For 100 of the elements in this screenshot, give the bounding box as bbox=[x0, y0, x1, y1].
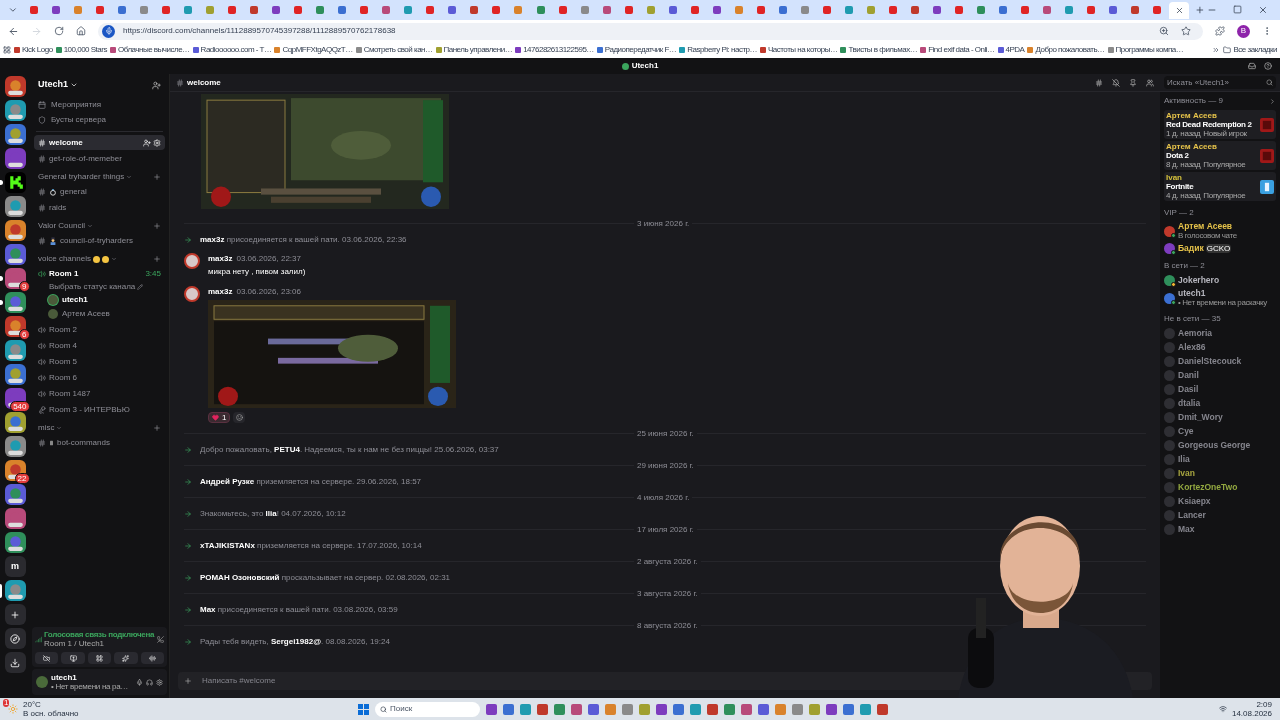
bookmark[interactable]: Облачные вычисле… bbox=[117, 44, 190, 56]
category-name[interactable]: General tryharder things bbox=[38, 171, 125, 183]
pin-icon[interactable] bbox=[1129, 78, 1137, 87]
bookmark[interactable]: Смотреть свой кан… bbox=[363, 44, 433, 56]
voice-member[interactable]: Артем Асеев bbox=[62, 308, 110, 320]
taskbar-app-icon[interactable] bbox=[656, 703, 667, 715]
member-name[interactable]: Ivan bbox=[1178, 469, 1195, 478]
temperature[interactable]: 20°C bbox=[23, 700, 79, 709]
extensions-icon[interactable] bbox=[1215, 26, 1225, 36]
inbox-icon[interactable] bbox=[1248, 62, 1256, 70]
taskbar-app-icon[interactable] bbox=[503, 703, 514, 715]
all-bookmarks[interactable]: Все закладки bbox=[1233, 44, 1277, 56]
server-icon[interactable] bbox=[4, 100, 26, 121]
server-icon[interactable] bbox=[4, 172, 26, 193]
taskbar-app-icon[interactable] bbox=[877, 703, 888, 715]
server-icon[interactable] bbox=[4, 484, 26, 505]
help-icon[interactable] bbox=[1264, 62, 1272, 70]
voice-member[interactable]: utech1 bbox=[62, 294, 88, 306]
taskbar-app-icon[interactable] bbox=[860, 703, 871, 715]
activity-card[interactable]: Артем Асеев Dota 2 8 д. назад Популярное bbox=[1164, 141, 1276, 170]
disconnect-icon[interactable] bbox=[157, 635, 164, 643]
network-icon[interactable] bbox=[1218, 705, 1227, 713]
server-icon[interactable] bbox=[4, 364, 26, 385]
server-icon[interactable] bbox=[4, 292, 26, 313]
add-server-button[interactable] bbox=[4, 604, 26, 625]
member-name[interactable]: Gorgeous George bbox=[1178, 441, 1251, 450]
new-tab-icon[interactable] bbox=[1194, 5, 1205, 15]
bookmark[interactable]: Find exif data - Onli… bbox=[928, 44, 995, 56]
member-name[interactable]: Lancer bbox=[1178, 511, 1206, 520]
taskbar-app-icon[interactable] bbox=[571, 703, 582, 715]
more-bookmarks-icon[interactable] bbox=[1211, 46, 1220, 54]
member-name[interactable]: Cye bbox=[1178, 427, 1194, 436]
add-channel-icon[interactable] bbox=[153, 255, 161, 263]
member-name[interactable]: Ilia bbox=[1178, 455, 1190, 464]
attach-icon[interactable] bbox=[184, 677, 192, 685]
channel-item[interactable]: council-of-tryharders bbox=[60, 234, 133, 247]
invite-icon[interactable] bbox=[152, 80, 161, 90]
voice-channel-item[interactable]: Room 1 bbox=[49, 267, 79, 280]
avatar[interactable] bbox=[184, 253, 200, 269]
voice-channel-item[interactable]: Room 3 - ИНТЕРВЬЮ bbox=[49, 403, 130, 416]
voice-channel-item[interactable]: Room 1487 bbox=[49, 387, 91, 400]
member-name[interactable]: KortezOneTwo bbox=[1178, 483, 1238, 492]
server-name[interactable]: Utech1 bbox=[38, 78, 68, 92]
member-name[interactable]: Jokerhero bbox=[1178, 276, 1220, 285]
maximize-icon[interactable] bbox=[1233, 5, 1242, 14]
channel-status[interactable]: Выбрать статус канала bbox=[49, 281, 136, 293]
server-icon[interactable] bbox=[4, 436, 26, 457]
close-icon[interactable] bbox=[1258, 5, 1268, 15]
server-icon[interactable] bbox=[4, 340, 26, 361]
taskbar-app-icon[interactable] bbox=[537, 703, 548, 715]
back-icon[interactable] bbox=[8, 25, 19, 37]
bookmark[interactable]: Kick Logo bbox=[22, 44, 53, 56]
microphone-icon[interactable] bbox=[136, 678, 143, 686]
activity-card[interactable]: Ivan Fortnite 4 д. назад Популярное bbox=[1164, 172, 1276, 201]
server-icon[interactable]: m bbox=[4, 556, 26, 577]
taskbar-app-icon[interactable] bbox=[622, 703, 633, 715]
mute-icon[interactable] bbox=[1112, 78, 1120, 87]
reaction[interactable]: 1 bbox=[208, 412, 231, 423]
expand-icon[interactable] bbox=[1269, 97, 1276, 105]
sidebar-link[interactable]: Мероприятия bbox=[51, 98, 102, 111]
server-icon[interactable] bbox=[4, 412, 26, 433]
category-name[interactable]: Valor Council bbox=[38, 220, 85, 232]
bookmark[interactable]: 4PDA bbox=[1005, 44, 1025, 56]
taskbar-app-icon[interactable] bbox=[639, 703, 650, 715]
author-name[interactable]: max3z bbox=[208, 286, 233, 298]
tab-search-icon[interactable] bbox=[8, 5, 18, 15]
zoom-icon[interactable] bbox=[1159, 26, 1169, 36]
member-name[interactable]: dtalia bbox=[1178, 399, 1201, 408]
member-name[interactable]: Ksiaepx bbox=[1178, 497, 1211, 506]
voice-action-button[interactable] bbox=[114, 652, 138, 664]
server-icon[interactable]: 540 bbox=[4, 388, 26, 409]
server-icon[interactable] bbox=[4, 532, 26, 553]
reload-icon[interactable] bbox=[54, 26, 64, 36]
taskbar-app-icon[interactable] bbox=[605, 703, 616, 715]
channel-item[interactable]: get-role-of-memeber bbox=[49, 152, 122, 165]
server-icon[interactable]: 6 bbox=[4, 316, 26, 337]
voice-action-button[interactable] bbox=[35, 652, 59, 664]
voice-action-button[interactable] bbox=[61, 652, 85, 664]
add-channel-icon[interactable] bbox=[153, 424, 161, 432]
home-icon[interactable] bbox=[76, 26, 86, 36]
discover-button[interactable] bbox=[4, 628, 26, 649]
add-channel-icon[interactable] bbox=[153, 173, 161, 181]
taskbar-app-icon[interactable] bbox=[843, 703, 854, 715]
bookmark[interactable]: Raspberry Pi: настр… bbox=[687, 44, 757, 56]
server-icon[interactable]: 9 bbox=[4, 268, 26, 289]
headphones-icon[interactable] bbox=[146, 678, 153, 686]
channel-item[interactable]: raids bbox=[49, 201, 67, 214]
avatar[interactable] bbox=[184, 286, 200, 302]
voice-channel-item[interactable]: Room 6 bbox=[49, 371, 77, 384]
invite-icon[interactable] bbox=[143, 138, 151, 147]
category-name[interactable]: misc bbox=[38, 422, 55, 434]
taskbar-app-icon[interactable] bbox=[809, 703, 820, 715]
sidebar-link[interactable]: Бусты сервера bbox=[51, 113, 107, 126]
bookmark[interactable]: Программы компа… bbox=[1115, 44, 1184, 56]
add-reaction-button[interactable] bbox=[233, 412, 246, 423]
server-icon[interactable] bbox=[4, 76, 26, 97]
profile-avatar[interactable]: B bbox=[1237, 24, 1250, 38]
edit-icon[interactable] bbox=[137, 284, 144, 290]
taskbar-app-icon[interactable] bbox=[826, 703, 837, 715]
address-field[interactable]: https://discord.com/channels/1112889570745397288/1112889570762178638 bbox=[123, 25, 396, 37]
